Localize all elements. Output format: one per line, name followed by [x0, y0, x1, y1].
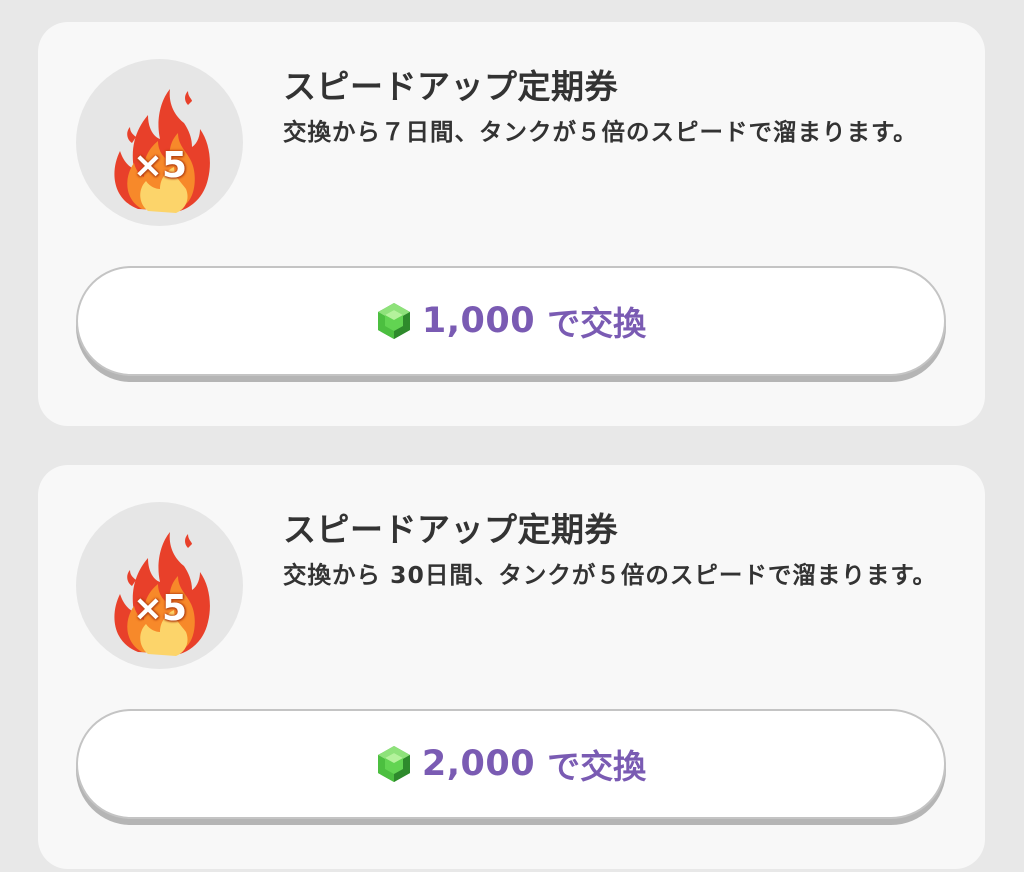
- fire-x5-icon: ×5: [76, 59, 243, 226]
- ticket-card-30days: ×5 スピードアップ定期券 交換から 30日間、タンクが５倍のスピードで溜まりま…: [38, 465, 985, 869]
- green-gem-icon: [377, 303, 410, 339]
- item-title: スピードアップ定期券: [283, 67, 618, 106]
- fire-x5-icon: ×5: [76, 502, 243, 669]
- price-label: 2,000: [421, 744, 536, 784]
- multiplier-label: ×5: [132, 145, 187, 186]
- green-gem-icon: [377, 746, 410, 782]
- exchange-label: で交換: [547, 304, 647, 343]
- multiplier-label: ×5: [132, 588, 187, 629]
- item-description: 交換から７日間、タンクが５倍のスピードで溜まります。: [283, 118, 918, 146]
- item-description: 交換から 30日間、タンクが５倍のスピードで溜まります。: [283, 561, 938, 589]
- exchange-button[interactable]: 2,000 で交換: [76, 709, 946, 819]
- exchange-label: で交換: [547, 747, 647, 786]
- exchange-button[interactable]: 1,000 で交換: [76, 266, 946, 376]
- item-title: スピードアップ定期券: [283, 510, 618, 549]
- ticket-card-7days: ×5 スピードアップ定期券 交換から７日間、タンクが５倍のスピードで溜まります。…: [38, 22, 985, 426]
- price-label: 1,000: [421, 301, 536, 341]
